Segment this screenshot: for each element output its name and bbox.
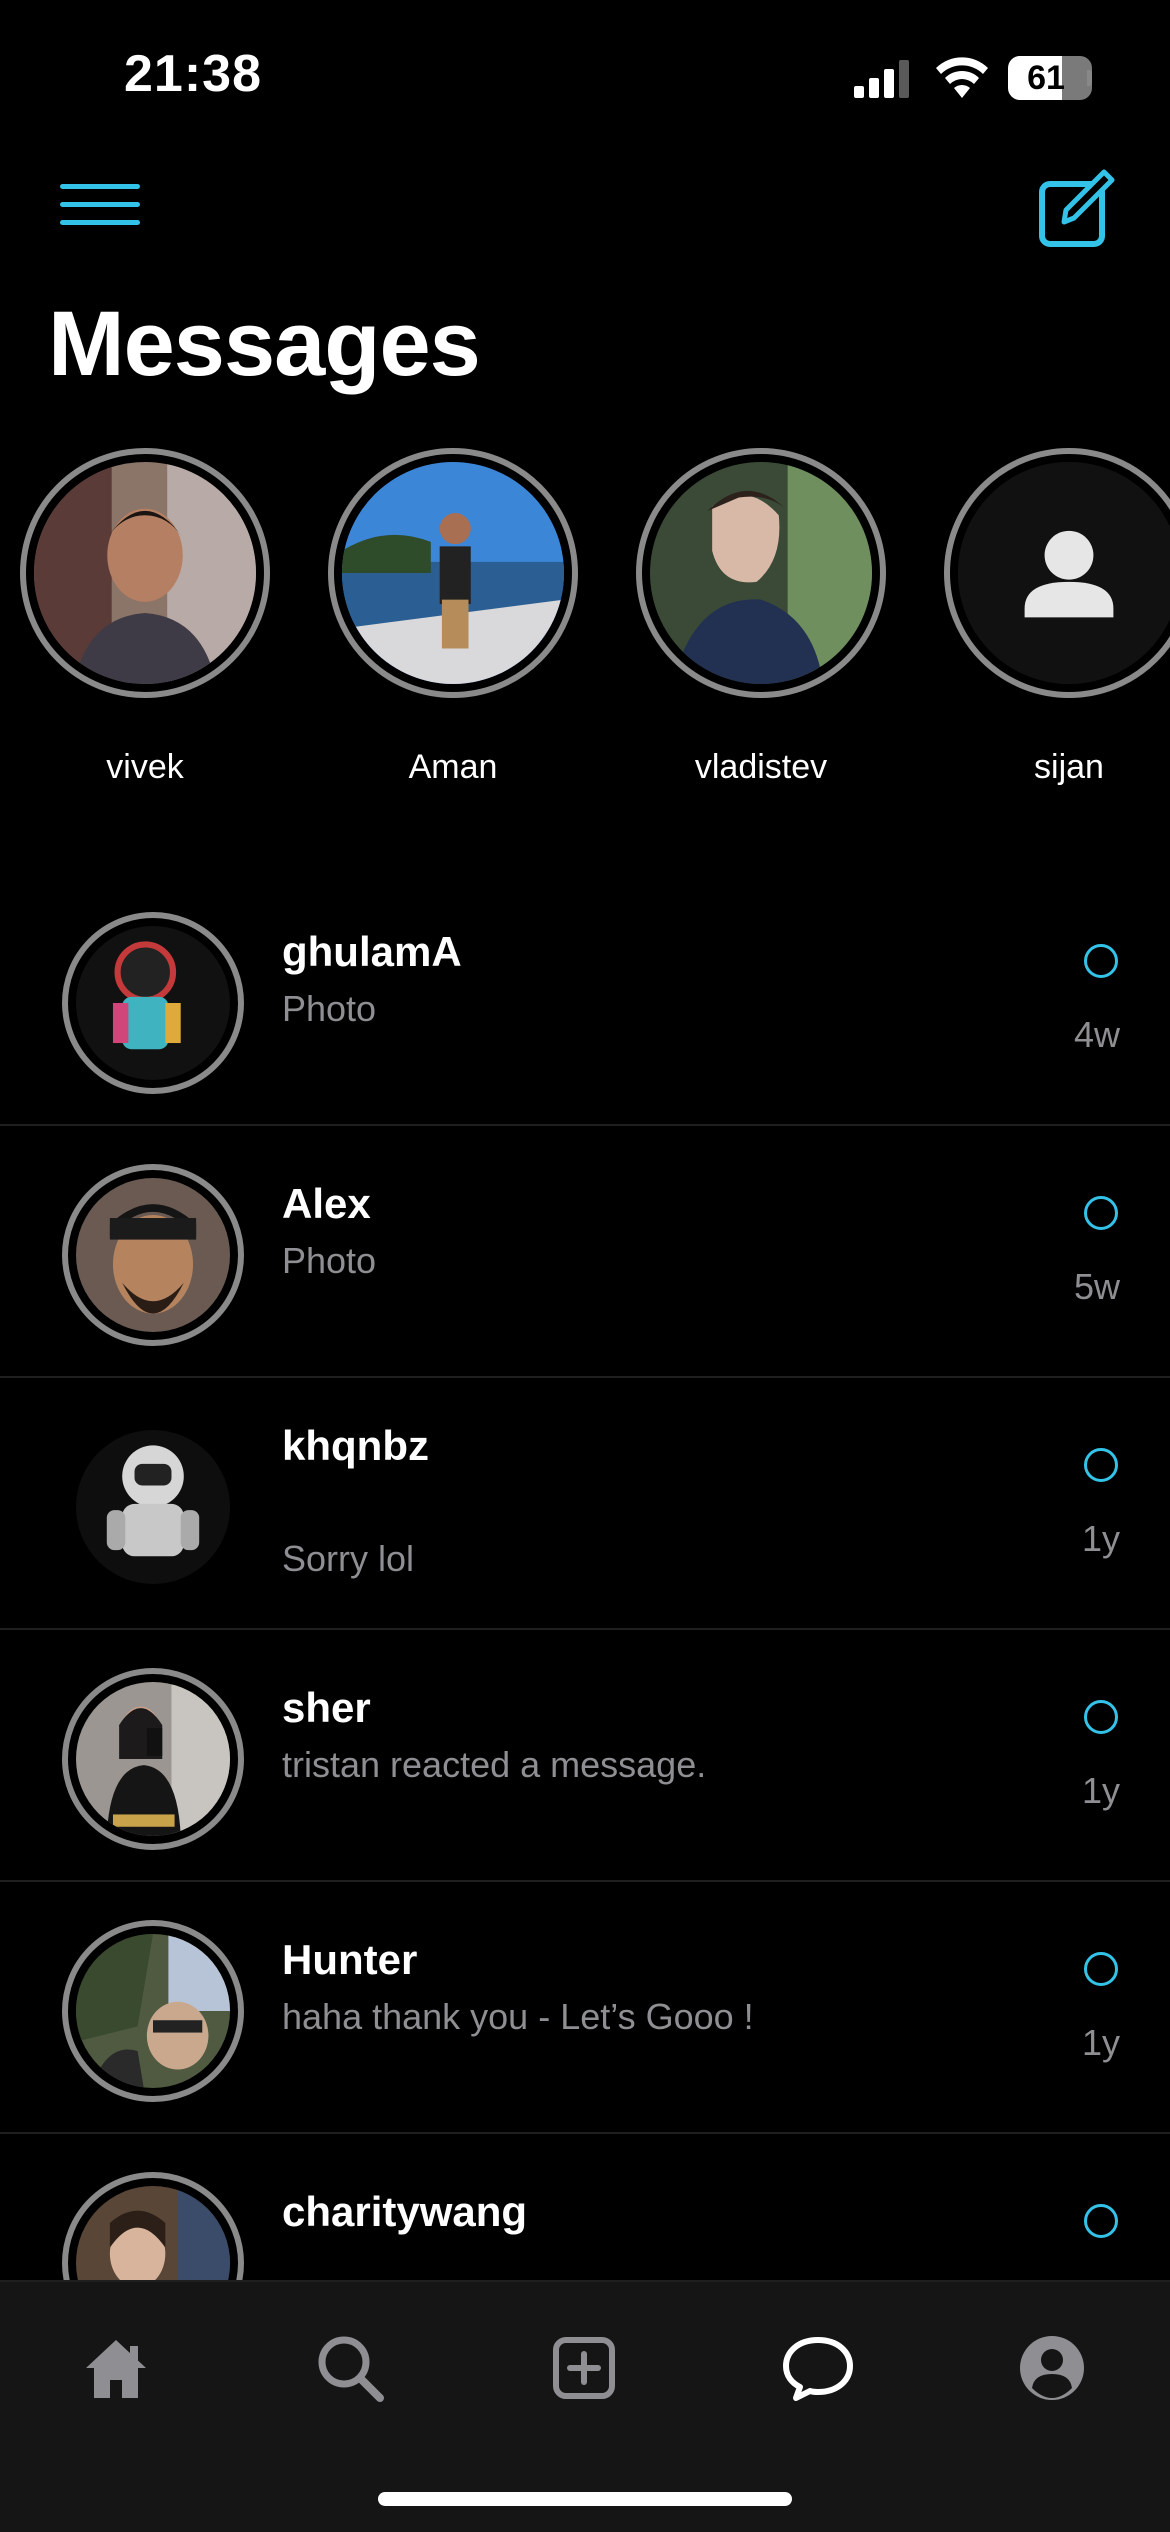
battery-level: 61 — [1027, 59, 1065, 97]
unread-indicator — [1084, 2204, 1118, 2238]
avatar[interactable] — [62, 912, 244, 1094]
conversation-name: charitywang — [282, 2188, 528, 2235]
compose-icon[interactable] — [1034, 166, 1118, 250]
avatar[interactable] — [62, 1668, 244, 1850]
conversation-row[interactable]: ghulamA Photo 4w — [0, 874, 1170, 1126]
unread-indicator — [1084, 1196, 1118, 1230]
status-bar: 21:38 61 — [0, 0, 1170, 150]
conversation-name: khqnbz — [282, 1422, 429, 1469]
avatar-photo — [76, 1682, 230, 1836]
search-icon[interactable] — [310, 2328, 390, 2408]
story-name: vladistev — [694, 748, 828, 786]
add-post-icon[interactable] — [544, 2328, 624, 2408]
avatar-photo — [650, 462, 872, 684]
hamburger-menu-icon[interactable] — [56, 180, 146, 230]
avatar-photo — [342, 462, 564, 684]
page-title: Messages — [48, 293, 481, 395]
conversation-time: 1y — [1081, 2022, 1120, 2063]
battery-icon: 61 — [1008, 56, 1092, 100]
default-avatar-icon — [958, 462, 1170, 684]
conversation-time: 1y — [1081, 1770, 1120, 1811]
unread-indicator — [1084, 1448, 1118, 1482]
conversation-row[interactable]: sher tristan reacted a message. 1y — [0, 1630, 1170, 1882]
story-avatar[interactable] — [328, 448, 578, 698]
avatar[interactable] — [62, 1416, 244, 1598]
conversation-time: 4w — [1073, 1014, 1120, 1055]
stories-row[interactable]: vivek Aman vladistev sijan — [0, 446, 1170, 806]
cellular-signal-icon — [854, 60, 909, 98]
avatar-photo — [34, 462, 256, 684]
unread-indicator — [1084, 1952, 1118, 1986]
conversation-time: 1y — [1081, 1518, 1120, 1559]
conversation-row[interactable]: Hunter haha thank you - Let’s Gooo ! 1y — [0, 1882, 1170, 2134]
story-avatar[interactable] — [20, 448, 270, 698]
status-time: 21:38 — [124, 45, 262, 103]
conversation-preview: Photo — [282, 1240, 377, 1281]
conversation-name: Hunter — [282, 1936, 418, 1983]
story-item[interactable]: sijan — [939, 446, 1170, 806]
avatar[interactable] — [62, 2172, 244, 2280]
wifi-icon — [936, 57, 988, 98]
conversation-list[interactable]: ghulamA Photo 4w Alex Photo 5w khqnbz So… — [0, 874, 1170, 2280]
conversation-preview: haha thank you - Let’s Gooo ! — [282, 1996, 754, 2037]
avatar-photo — [76, 1430, 230, 1584]
story-avatar[interactable] — [636, 448, 886, 698]
story-item[interactable]: Aman — [323, 446, 583, 806]
avatar-photo — [76, 926, 230, 1080]
avatar[interactable] — [62, 1164, 244, 1346]
story-name: vivek — [106, 748, 184, 786]
conversation-name: Alex — [282, 1180, 371, 1227]
conversation-row[interactable]: charitywang — [0, 2134, 1170, 2280]
messages-screen: 21:38 61 Messages vivek Aman vladistev s… — [0, 0, 1170, 2532]
avatar[interactable] — [62, 1920, 244, 2102]
conversation-row[interactable]: khqnbz Sorry lol 1y — [0, 1378, 1170, 1630]
conversation-time: 5w — [1073, 1266, 1120, 1307]
story-item[interactable]: vladistev — [631, 446, 891, 806]
unread-indicator — [1084, 944, 1118, 978]
profile-icon[interactable] — [1012, 2328, 1092, 2408]
story-name: Aman — [408, 748, 498, 786]
conversation-name: ghulamA — [282, 928, 462, 975]
conversation-preview: Sorry lol — [282, 1538, 415, 1579]
messages-icon[interactable] — [778, 2328, 858, 2408]
unread-indicator — [1084, 1700, 1118, 1734]
avatar-photo — [76, 1178, 230, 1332]
avatar-photo — [76, 2186, 230, 2280]
avatar-photo — [76, 1934, 230, 2088]
story-name: sijan — [1034, 748, 1104, 786]
conversation-row[interactable]: Alex Photo 5w — [0, 1126, 1170, 1378]
story-item[interactable]: vivek — [15, 446, 275, 806]
conversation-name: sher — [282, 1684, 371, 1731]
story-avatar[interactable] — [944, 448, 1170, 698]
home-icon[interactable] — [76, 2328, 156, 2408]
conversation-preview: Photo — [282, 988, 377, 1029]
conversation-preview: tristan reacted a message. — [282, 1744, 707, 1785]
home-indicator — [378, 2492, 792, 2506]
